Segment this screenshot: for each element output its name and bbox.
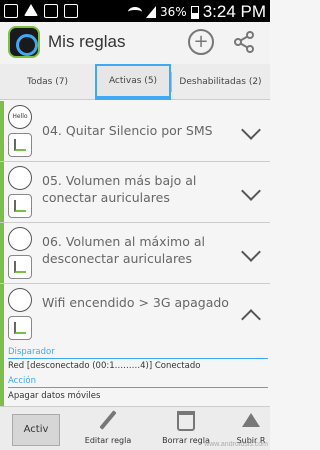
add-rule-button[interactable]: +: [188, 29, 214, 55]
arrow-up-icon: [242, 413, 260, 427]
volume-slider-icon: [8, 255, 32, 279]
share-icon[interactable]: [232, 30, 256, 54]
tab-bar: Todas (7) Activas (5) Deshabilitadas (2): [0, 64, 270, 100]
divider: [8, 358, 268, 359]
trigger-label: Disparador: [8, 347, 55, 357]
tab-todas[interactable]: Todas (7): [0, 64, 95, 100]
page-title: Mis reglas: [48, 32, 126, 51]
sms-hello-icon: Hello: [8, 105, 32, 129]
chevron-up-icon[interactable]: [241, 309, 261, 329]
divider: [8, 387, 268, 388]
action-bar: Mis reglas +: [0, 22, 270, 64]
activ-button[interactable]: Activ: [12, 414, 60, 446]
tab-activas[interactable]: Activas (5): [95, 64, 171, 100]
action-value: Apagar datos móviles: [8, 391, 101, 401]
headphones-icon: [8, 227, 32, 251]
clock: 3:24 PM: [202, 2, 266, 21]
battery-icon: [190, 5, 199, 19]
notification-app-icon: [4, 4, 18, 18]
chevron-down-icon[interactable]: [241, 120, 261, 140]
sound-icon: [8, 133, 32, 157]
tab-deshabilitadas[interactable]: Deshabilitadas (2): [171, 64, 270, 100]
rules-list: Hello 04. Quitar Silencio por SMS 05. Vo…: [0, 101, 270, 344]
chevron-down-icon[interactable]: [241, 181, 261, 201]
active-indicator: [0, 223, 4, 283]
rule-item-expanded[interactable]: Wifi encendido > 3G apagado: [0, 284, 270, 344]
rule-title: 06. Volumen al máximo al desconectar aur…: [42, 234, 205, 266]
notification-image-icon: [44, 4, 58, 18]
wifi-icon: [8, 288, 32, 312]
rule-title: 05. Volumen más bajo al conectar auricul…: [42, 173, 197, 205]
rule-item[interactable]: Hello 04. Quitar Silencio por SMS: [0, 101, 270, 162]
pencil-icon: [99, 410, 117, 430]
active-indicator: [0, 340, 4, 406]
volume-slider-icon: [8, 194, 32, 218]
rule-title: 04. Quitar Silencio por SMS: [42, 123, 213, 138]
active-indicator: [0, 162, 4, 222]
notification-warning-icon: [24, 4, 38, 16]
active-indicator: [0, 101, 4, 161]
chevron-down-icon[interactable]: [241, 242, 261, 262]
app-logo-icon[interactable]: [8, 26, 40, 58]
trigger-value: Red [desconectado (00:1………4)] Conectado: [8, 361, 201, 371]
bottom-toolbar: Activ Editar regla Borrar regla Subir R …: [0, 406, 270, 450]
trash-icon: [177, 411, 195, 431]
headphones-icon: [8, 166, 32, 190]
edit-rule-button[interactable]: Editar regla: [78, 407, 138, 450]
rule-details: Disparador Red [desconectado (00:1………4)]…: [0, 340, 270, 406]
plus-icon: +: [193, 31, 209, 52]
data-arrows-icon: [8, 316, 32, 340]
wifi-icon: [128, 7, 143, 17]
signal-icon: [146, 6, 157, 18]
battery-percent: 36%: [160, 5, 187, 19]
rule-item[interactable]: 05. Volumen más bajo al conectar auricul…: [0, 162, 270, 223]
rule-item[interactable]: 06. Volumen al máximo al desconectar aur…: [0, 223, 270, 284]
status-bar: 36% 3:24 PM: [0, 0, 270, 22]
active-indicator: [0, 284, 4, 344]
watermark: www.androidsis.com: [204, 441, 268, 448]
rule-title: Wifi encendido > 3G apagado: [42, 295, 229, 310]
action-label: Acción: [8, 376, 36, 386]
notification-usb-icon: [64, 4, 78, 18]
